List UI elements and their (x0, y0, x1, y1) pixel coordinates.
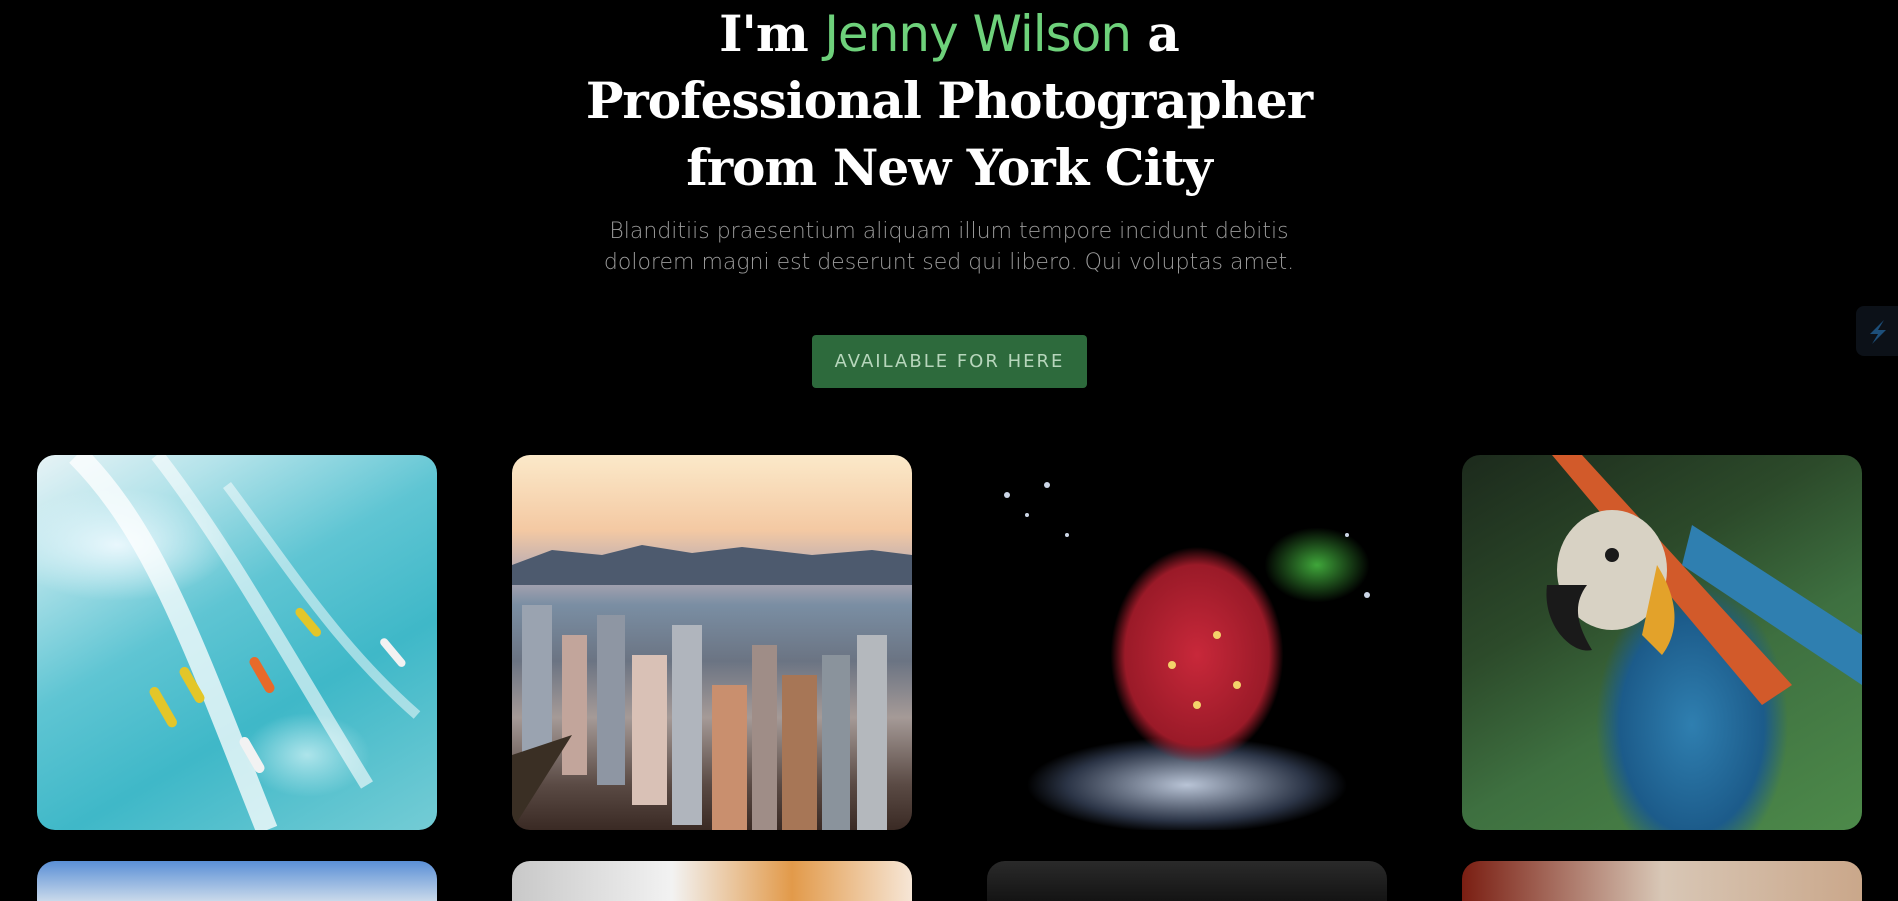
strawberry-illustration (1004, 482, 1370, 709)
gallery-photo-row2-2[interactable] (512, 861, 912, 901)
headline-line-3: from New York City (686, 138, 1213, 197)
gallery-photo-strawberry[interactable] (987, 455, 1387, 830)
headline-suffix: a (1131, 4, 1179, 63)
gallery-photo-row2-3[interactable] (987, 861, 1387, 901)
lightning-icon (1870, 320, 1886, 344)
headline-line-2: Professional Photographer (585, 71, 1313, 130)
headline-prefix: I'm (719, 4, 825, 63)
gallery-photo-row2-4[interactable] (1462, 861, 1862, 901)
surfers-illustration (69, 455, 421, 830)
floating-widget[interactable] (1856, 306, 1898, 356)
gallery-photo-parrot[interactable] (1462, 455, 1862, 830)
parrot-illustration (1546, 455, 1862, 705)
available-for-hire-button[interactable]: AVAILABLE FOR HERE (812, 335, 1087, 388)
gallery-photo-surfers[interactable] (37, 455, 437, 830)
subtitle-line-1: Blanditiis praesentium aliquam illum tem… (609, 219, 1289, 244)
gallery-photo-row2-1[interactable] (37, 861, 437, 901)
subtitle-line-2: dolorem magni est deserunt sed qui liber… (603, 250, 1295, 275)
gallery-photo-city[interactable] (512, 455, 912, 830)
hero-subtitle: Blanditiis praesentium aliquam illum tem… (0, 216, 1898, 278)
photographer-name: Jenny Wilson (824, 5, 1132, 63)
city-illustration (512, 545, 912, 830)
